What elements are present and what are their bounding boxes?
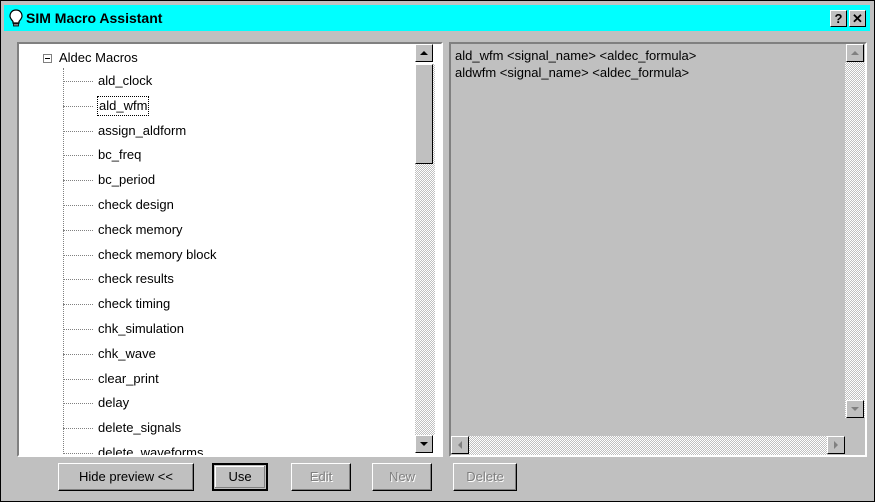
- collapse-icon[interactable]: [43, 54, 52, 63]
- arrow-up-icon: [851, 51, 859, 55]
- preview-scroll-track[interactable]: [845, 62, 865, 418]
- tree-item[interactable]: clear_print: [63, 368, 403, 390]
- macro-assistant-window: SIM Macro Assistant ? ✕ Aldec Macros ald…: [0, 0, 875, 502]
- use-button-label: Use: [214, 465, 266, 489]
- tree-item[interactable]: bc_period: [63, 169, 403, 191]
- tree-item-label: ald_clock: [98, 73, 153, 88]
- lightbulb-icon: [9, 9, 23, 27]
- arrow-left-icon: [458, 441, 462, 449]
- close-button[interactable]: ✕: [849, 10, 866, 27]
- preview-scroll-down-button[interactable]: [846, 400, 864, 418]
- tree-item-label: ald_wfm: [97, 95, 150, 116]
- tree-branch-line: [63, 254, 93, 256]
- tree-branch-line: [63, 180, 93, 182]
- tree-item[interactable]: delay: [63, 392, 403, 414]
- preview-horizontal-scrollbar[interactable]: [451, 436, 845, 455]
- tree-branch-line: [63, 155, 93, 157]
- arrow-right-icon: [834, 441, 838, 449]
- tree-item[interactable]: check memory: [63, 219, 403, 241]
- tree-item-label: chk_wave: [98, 345, 156, 361]
- tree-branch-line: [63, 105, 93, 107]
- tree-item[interactable]: chk_wave: [63, 343, 403, 365]
- tree-item-label: check timing: [98, 296, 171, 312]
- tree-item[interactable]: delete_waveforms: [63, 442, 403, 455]
- tree-branch-line: [63, 329, 93, 330]
- preview-hscroll-track[interactable]: [469, 436, 827, 455]
- scroll-up-button[interactable]: [415, 44, 433, 62]
- tree-branch-line: [63, 81, 93, 82]
- tree-item-label: clear_print: [98, 370, 159, 386]
- tree-branch-line: [63, 229, 93, 231]
- window-title: SIM Macro Assistant: [26, 10, 163, 26]
- scrollbar-corner: [845, 436, 865, 455]
- tree-item-label: bc_period: [98, 172, 156, 188]
- preview-scroll-up-button[interactable]: [846, 44, 864, 62]
- tree-item[interactable]: check results: [63, 268, 403, 290]
- tree-item-label: delete_signals: [98, 420, 182, 436]
- preview-line: aldwfm <signal_name> <aldec_formula>: [455, 65, 690, 80]
- tree-item-label: chk_simulation: [98, 321, 184, 336]
- tree-item-label: delete_waveforms: [98, 445, 204, 455]
- tree-branch-line: [63, 353, 93, 355]
- tree-item[interactable]: ald_wfm: [63, 95, 403, 117]
- tree-item[interactable]: check design: [63, 194, 403, 216]
- tree-item[interactable]: bc_freq: [63, 144, 403, 166]
- tree-branch-line: [63, 304, 93, 306]
- tree-branch-line: [63, 403, 93, 405]
- macro-tree: Aldec Macros ald_clock ald_wfm assign_aldf…: [19, 44, 415, 455]
- preview-text: ald_wfm <signal_name> <aldec_formula> al…: [455, 47, 696, 81]
- tree-item[interactable]: check memory block: [63, 244, 403, 266]
- delete-button[interactable]: Delete: [453, 463, 517, 491]
- tree-branch-line: [63, 428, 93, 430]
- hide-preview-button[interactable]: Hide preview <<: [58, 463, 194, 491]
- help-button[interactable]: ?: [830, 10, 847, 27]
- preview-scroll-right-button[interactable]: [827, 436, 845, 454]
- tree-branch-line: [63, 279, 93, 281]
- tree-item-label: delay: [98, 395, 130, 411]
- tree-item-label: assign_aldform: [98, 122, 187, 138]
- tree-root-label: Aldec Macros: [59, 50, 138, 65]
- tree-branch-line: [63, 205, 93, 206]
- tree-item[interactable]: ald_clock: [63, 70, 403, 92]
- tree-branch-line: [63, 453, 93, 454]
- tree-item-label: check results: [98, 271, 174, 287]
- tree-item[interactable]: check timing: [63, 293, 403, 315]
- tree-item[interactable]: assign_aldform: [63, 120, 403, 142]
- scroll-thumb[interactable]: [415, 64, 433, 164]
- preview-panel: ald_wfm <signal_name> <aldec_formula> al…: [449, 42, 867, 457]
- new-button[interactable]: New: [372, 463, 432, 491]
- tree-branch-line: [63, 130, 93, 132]
- tree-item-label: check design: [98, 197, 174, 212]
- tree-vertical-scrollbar[interactable]: [415, 44, 435, 455]
- tree-item[interactable]: chk_simulation: [63, 318, 403, 340]
- arrow-down-icon: [851, 407, 859, 411]
- preview-scroll-left-button[interactable]: [451, 436, 469, 454]
- tree-branch-line: [63, 378, 93, 380]
- use-button[interactable]: Use: [212, 463, 268, 491]
- preview-vertical-scrollbar[interactable]: [845, 44, 865, 436]
- preview-line: ald_wfm <signal_name> <aldec_formula>: [455, 48, 697, 63]
- arrow-up-icon: [420, 51, 428, 55]
- macro-tree-panel: Aldec Macros ald_clock ald_wfm assign_aldf…: [17, 42, 443, 457]
- tree-item-label: check memory: [98, 221, 183, 237]
- edit-button[interactable]: Edit: [291, 463, 351, 491]
- tree-item[interactable]: delete_signals: [63, 417, 403, 439]
- tree-item-label: check memory block: [98, 246, 217, 262]
- title-bar[interactable]: SIM Macro Assistant ? ✕: [4, 5, 870, 31]
- scroll-down-button[interactable]: [415, 435, 433, 453]
- arrow-down-icon: [420, 442, 428, 446]
- tree-item-label: bc_freq: [98, 147, 142, 163]
